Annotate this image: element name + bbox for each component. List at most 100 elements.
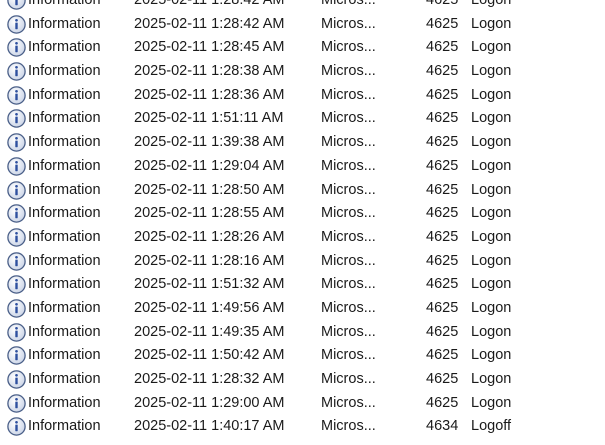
event-datetime: 2025-02-11 1:49:56 AM [134,299,285,316]
event-level: Information [28,347,101,364]
event-row[interactable]: Information 2025-02-11 1:28:26 AM Micros..… [0,226,605,250]
information-icon [7,393,26,413]
event-task-category: Logon [471,299,512,316]
event-row[interactable]: Information 2025-02-11 1:28:42 AM Micros..… [0,13,605,37]
event-datetime: 2025-02-11 1:28:32 AM [134,371,285,387]
event-datetime: 2025-02-11 1:51:11 AM [134,110,284,127]
event-id: 4625 [426,110,459,127]
event-task-category: Logon [471,0,512,8]
event-task-category: Logon [471,63,512,80]
event-source: Micros... [321,181,376,198]
event-id: 4625 [426,134,459,151]
event-row[interactable]: Information 2025-02-11 1:28:16 AM Micros..… [0,250,605,274]
event-id: 4625 [426,347,459,364]
event-level: Information [28,371,101,387]
event-task-category: Logon [471,134,512,151]
event-row[interactable]: Information 2025-02-11 1:28:36 AM Micros..… [0,84,605,108]
event-datetime: 2025-02-11 1:28:50 AM [134,181,285,198]
event-level: Information [28,205,101,222]
event-id: 4625 [426,276,459,293]
event-row[interactable]: Information 2025-02-11 1:28:50 AM Micros..… [0,179,605,203]
event-datetime: 2025-02-11 1:51:32 AM [134,276,285,293]
event-level: Information [28,63,101,80]
event-datetime: 2025-02-11 1:40:17 AM [134,418,285,435]
event-datetime: 2025-02-11 1:29:04 AM [134,157,285,174]
event-row[interactable]: Information 2025-02-11 1:39:38 AM Micros..… [0,131,605,155]
event-row[interactable]: Information 2025-02-11 1:28:45 AM Micros..… [0,36,605,60]
event-list: Information 2025-02-11 1:28:42 AM Micros..… [0,0,605,439]
event-source: Micros... [321,371,376,387]
event-task-category: Logon [471,371,512,387]
event-task-category: Logon [471,323,512,340]
event-row[interactable]: Information 2025-02-11 1:49:56 AM Micros..… [0,297,605,321]
event-row[interactable]: Information 2025-02-11 1:28:32 AM Micros..… [0,368,605,392]
event-task-category: Logon [471,39,512,56]
event-datetime: 2025-02-11 1:49:35 AM [134,323,285,340]
event-level: Information [28,15,101,32]
event-row[interactable]: Information 2025-02-11 1:29:04 AM Micros..… [0,155,605,179]
event-level: Information [28,0,101,8]
event-row[interactable]: Information 2025-02-11 1:51:11 AM Micros..… [0,107,605,131]
event-source: Micros... [321,157,376,174]
event-source: Micros... [321,205,376,222]
event-row[interactable]: Information 2025-02-11 1:28:55 AM Micros..… [0,202,605,226]
information-icon [7,133,26,152]
event-source: Micros... [321,15,376,32]
information-icon [7,204,26,223]
event-source: Micros... [321,86,376,103]
event-source: Micros... [321,39,376,56]
event-id: 4625 [426,15,459,32]
event-row[interactable]: Information 2025-02-11 1:28:42 AM Micros..… [0,0,605,13]
event-level: Information [28,252,101,269]
event-id: 4625 [426,63,459,80]
event-datetime: 2025-02-11 1:28:26 AM [134,228,285,245]
event-id: 4625 [426,228,459,245]
event-id: 4625 [426,86,459,103]
event-source: Micros... [321,228,376,245]
event-datetime: 2025-02-11 1:28:42 AM [134,15,285,32]
event-datetime: 2025-02-11 1:39:38 AM [134,134,285,151]
event-level: Information [28,39,101,56]
event-source: Micros... [321,134,376,151]
event-row[interactable]: Information 2025-02-11 1:28:38 AM Micros..… [0,60,605,84]
event-row[interactable]: Information 2025-02-11 1:29:00 AM Micros..… [0,392,605,416]
event-datetime: 2025-02-11 1:28:45 AM [134,39,285,56]
event-datetime: 2025-02-11 1:28:38 AM [134,63,285,80]
event-task-category: Logoff [471,418,512,435]
event-task-category: Logon [471,86,512,103]
event-source: Micros... [321,63,376,80]
event-level: Information [28,86,101,103]
event-row[interactable]: Information 2025-02-11 1:51:32 AM Micros..… [0,273,605,297]
event-task-category: Logon [471,15,512,32]
event-level: Information [28,157,101,174]
event-datetime: 2025-02-11 1:28:36 AM [134,86,285,103]
event-task-category: Logon [471,252,512,269]
event-task-category: Logon [471,181,512,198]
event-id: 4625 [426,394,459,411]
event-id: 4625 [426,0,459,8]
event-id: 4634 [426,418,459,435]
event-level: Information [28,418,101,435]
information-icon [7,14,26,34]
event-row[interactable]: Information 2025-02-11 1:49:35 AM Micros..… [0,321,605,345]
information-icon [7,109,26,129]
event-id: 4625 [426,157,459,174]
information-icon [7,275,26,295]
event-row[interactable]: Information 2025-02-11 1:50:42 AM Micros..… [0,344,605,368]
event-id: 4625 [426,205,459,222]
event-level: Information [28,134,101,151]
event-source: Micros... [321,394,376,411]
event-source: Micros... [321,252,376,269]
event-datetime: 2025-02-11 1:50:42 AM [134,347,285,364]
event-row[interactable]: Information 2025-02-11 1:40:17 AM Micros..… [0,415,605,439]
event-level: Information [28,181,101,198]
information-icon [7,370,26,389]
event-source: Micros... [321,347,376,364]
event-task-category: Logon [471,110,512,127]
information-icon [7,85,26,105]
event-level: Information [28,110,101,127]
event-source: Micros... [321,0,376,8]
event-id: 4625 [426,39,459,56]
event-task-category: Logon [471,157,512,174]
event-task-category: Logon [471,394,512,411]
